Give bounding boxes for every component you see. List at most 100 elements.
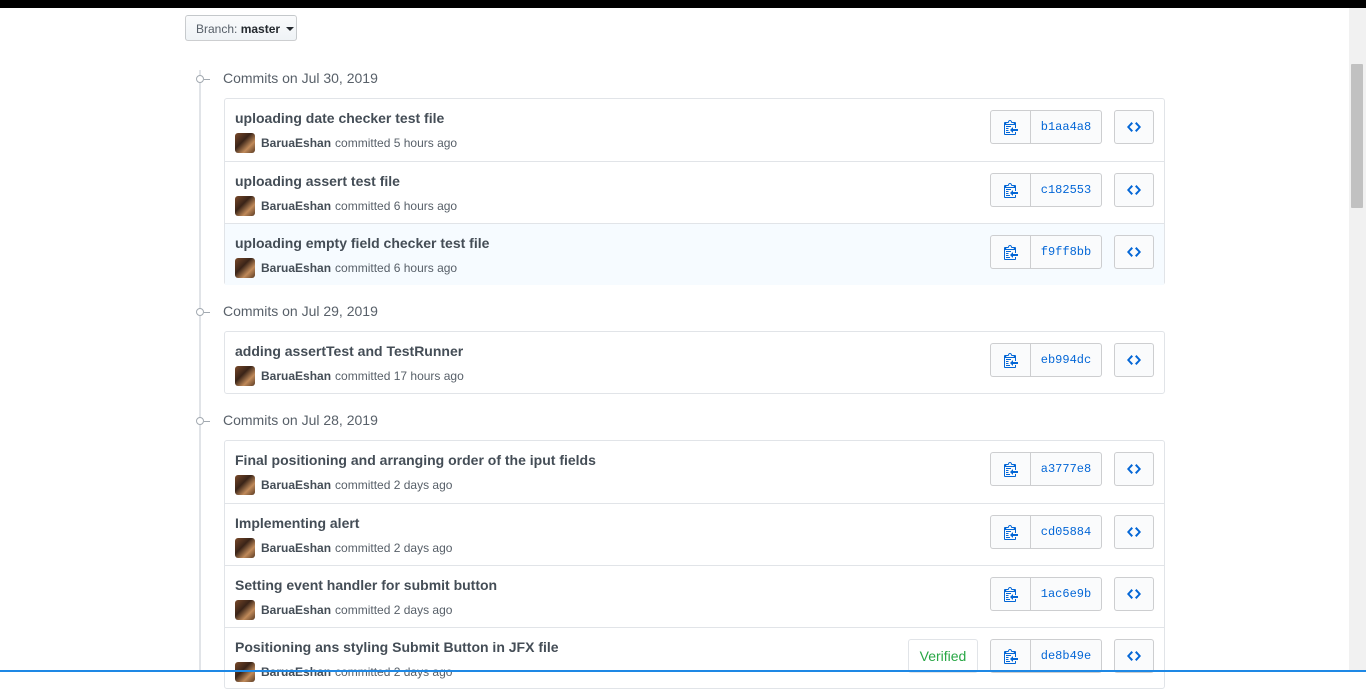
commit-list: Final positioning and arranging order of… [224, 440, 1165, 689]
caret-down-icon [286, 26, 295, 31]
code-icon [1127, 527, 1141, 537]
sha-button-group: eb994dc [990, 343, 1102, 377]
code-icon [1127, 651, 1141, 661]
clippy-icon [1003, 462, 1018, 477]
copy-sha-button[interactable] [991, 111, 1031, 143]
avatar[interactable] [235, 475, 255, 495]
clippy-icon [1003, 183, 1018, 198]
commit-meta: BaruaEshan committed 2 days ago [235, 662, 452, 682]
commit-time: committed 2 days ago [335, 478, 453, 492]
commit-author-link[interactable]: BaruaEshan [261, 261, 331, 275]
commit-message-link[interactable]: Final positioning and arranging order of… [235, 452, 596, 468]
vertical-scrollbar[interactable] [1349, 8, 1366, 672]
commit-sha-link[interactable]: eb994dc [1031, 344, 1101, 376]
commit-message-link[interactable]: uploading date checker test file [235, 110, 444, 126]
sha-button-group: c182553 [990, 173, 1102, 207]
browse-repo-button[interactable] [1114, 452, 1154, 486]
commit-list: adding assertTest and TestRunner BaruaEs… [224, 331, 1165, 394]
commit-meta: BaruaEshan committed 2 days ago [235, 475, 452, 495]
commit-sha-link[interactable]: de8b49e [1031, 640, 1101, 672]
commit-message-link[interactable]: Implementing alert [235, 515, 359, 531]
avatar[interactable] [235, 366, 255, 386]
commit-row: uploading empty field checker test file … [225, 223, 1164, 285]
commit-row: Final positioning and arranging order of… [225, 441, 1164, 503]
commit-group-title: Commits on Jul 29, 2019 [223, 303, 378, 319]
avatar[interactable] [235, 196, 255, 216]
commit-meta: BaruaEshan committed 6 hours ago [235, 258, 457, 278]
commit-sha-link[interactable]: c182553 [1031, 174, 1101, 206]
browse-repo-button[interactable] [1114, 173, 1154, 207]
code-icon [1127, 355, 1141, 365]
browse-repo-button[interactable] [1114, 515, 1154, 549]
commit-meta: BaruaEshan committed 2 days ago [235, 538, 452, 558]
avatar[interactable] [235, 258, 255, 278]
timeline-line [199, 70, 201, 672]
commit-row: uploading date checker test file BaruaEs… [225, 99, 1164, 161]
code-icon [1127, 185, 1141, 195]
browse-repo-button[interactable] [1114, 343, 1154, 377]
scrollbar-thumb[interactable] [1351, 64, 1363, 208]
commit-sha-link[interactable]: cd05884 [1031, 516, 1101, 548]
commit-sha-link[interactable]: b1aa4a8 [1031, 111, 1101, 143]
avatar[interactable] [235, 600, 255, 620]
sha-button-group: f9ff8bb [990, 235, 1102, 269]
commit-message-link[interactable]: uploading empty field checker test file [235, 235, 489, 251]
clippy-icon [1003, 525, 1018, 540]
sha-button-group: de8b49e [990, 639, 1102, 673]
clippy-icon [1003, 353, 1018, 368]
copy-sha-button[interactable] [991, 578, 1031, 610]
code-icon [1127, 589, 1141, 599]
commit-author-link[interactable]: BaruaEshan [261, 665, 331, 679]
clippy-icon [1003, 587, 1018, 602]
commit-row: Implementing alert BaruaEshan committed … [225, 503, 1164, 565]
commit-message-link[interactable]: Setting event handler for submit button [235, 577, 497, 593]
avatar[interactable] [235, 662, 255, 682]
commit-author-link[interactable]: BaruaEshan [261, 199, 331, 213]
commit-author-link[interactable]: BaruaEshan [261, 478, 331, 492]
commit-meta: BaruaEshan committed 2 days ago [235, 600, 452, 620]
commit-row: adding assertTest and TestRunner BaruaEs… [225, 332, 1164, 394]
copy-sha-button[interactable] [991, 236, 1031, 268]
clippy-icon [1003, 120, 1018, 135]
copy-sha-button[interactable] [991, 516, 1031, 548]
branch-select-button[interactable]: Branch: master [185, 15, 297, 41]
browse-repo-button[interactable] [1114, 110, 1154, 144]
browse-repo-button[interactable] [1114, 639, 1154, 673]
code-icon [1127, 122, 1141, 132]
commit-time: committed 6 hours ago [335, 261, 458, 275]
avatar[interactable] [235, 538, 255, 558]
commit-sha-link[interactable]: f9ff8bb [1031, 236, 1101, 268]
commit-group-title: Commits on Jul 30, 2019 [223, 70, 378, 86]
commit-time: committed 5 hours ago [335, 136, 458, 150]
commit-author-link[interactable]: BaruaEshan [261, 541, 331, 555]
commit-message-link[interactable]: adding assertTest and TestRunner [235, 343, 463, 359]
commit-time: committed 2 days ago [335, 541, 453, 555]
commit-node-icon [193, 72, 210, 86]
avatar[interactable] [235, 133, 255, 153]
verified-badge[interactable]: Verified [908, 639, 978, 673]
sha-button-group: cd05884 [990, 515, 1102, 549]
copy-sha-button[interactable] [991, 174, 1031, 206]
commit-meta: BaruaEshan committed 5 hours ago [235, 133, 457, 153]
commit-node-icon [193, 414, 210, 428]
browse-repo-button[interactable] [1114, 235, 1154, 269]
commit-node-icon [193, 305, 210, 319]
copy-sha-button[interactable] [991, 344, 1031, 376]
copy-sha-button[interactable] [991, 640, 1031, 672]
commit-author-link[interactable]: BaruaEshan [261, 136, 331, 150]
copy-sha-button[interactable] [991, 453, 1031, 485]
commit-sha-link[interactable]: 1ac6e9b [1031, 578, 1101, 610]
commit-time: committed 2 days ago [335, 665, 453, 679]
browse-repo-button[interactable] [1114, 577, 1154, 611]
clippy-icon [1003, 245, 1018, 260]
commit-row: Positioning ans styling Submit Button in… [225, 627, 1164, 689]
commit-sha-link[interactable]: a3777e8 [1031, 453, 1101, 485]
commit-list: uploading date checker test file BaruaEs… [224, 98, 1165, 285]
commit-message-link[interactable]: Positioning ans styling Submit Button in… [235, 639, 559, 655]
commit-author-link[interactable]: BaruaEshan [261, 603, 331, 617]
commit-message-link[interactable]: uploading assert test file [235, 173, 400, 189]
branch-prefix: Branch: [196, 22, 238, 36]
window-top-bar [0, 0, 1366, 8]
commit-group-title: Commits on Jul 28, 2019 [223, 412, 378, 428]
commit-author-link[interactable]: BaruaEshan [261, 369, 331, 383]
